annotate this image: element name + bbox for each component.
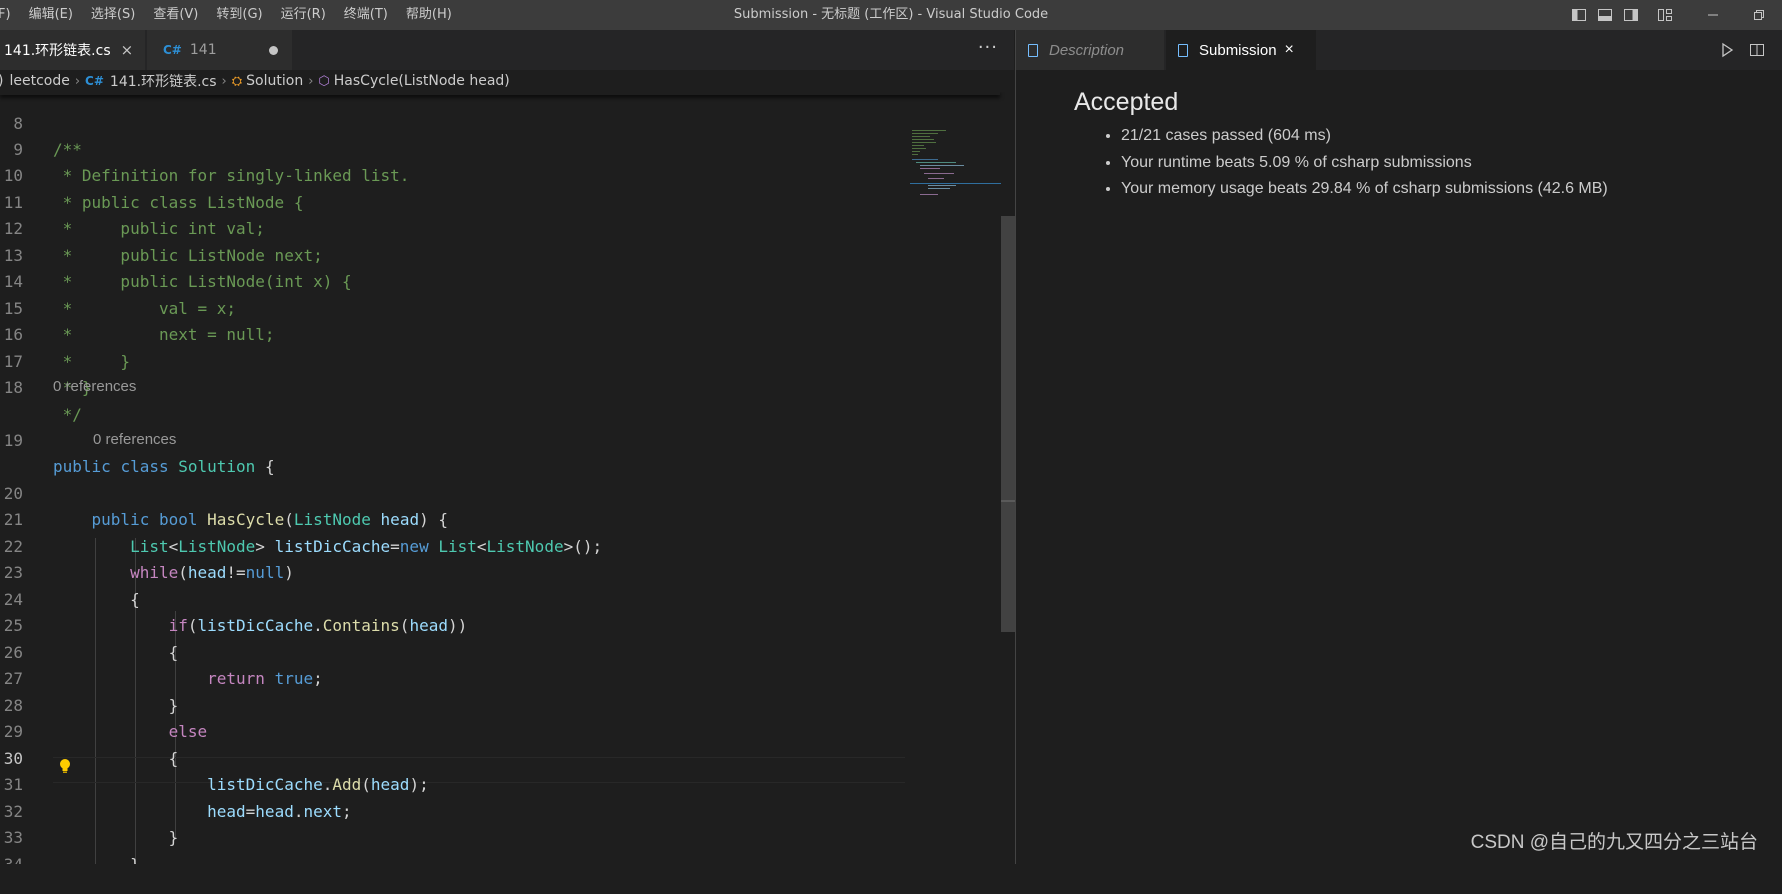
code-text: } [53,852,140,864]
tab-label: 141.环形链表.cs [4,43,111,59]
code-line: 19 public class Solution { [0,401,905,477]
line-number: 19 [3,430,23,450]
menu-bar: F) 编辑(E) 选择(S) 查看(V) 转到(G) 运行(R) 终端(T) 帮… [0,0,461,30]
code-line: 16 * } [0,296,905,371]
toggle-panel-icon[interactable] [1592,0,1618,30]
code-line: 11 * public int val; [0,163,905,239]
result-list: 21/21 cases passed (604 ms) Your runtime… [1074,123,1608,203]
code-line: 26 return true; [0,613,905,689]
csharp-icon: C# [163,43,182,57]
close-icon[interactable]: × [121,41,134,59]
tab-141[interactable]: C# 141 [147,30,292,70]
breadcrumb-chevron-icon: › [308,73,314,89]
code-line: 20 public bool HasCycle(ListNode head) { [0,454,905,530]
code-lens-references[interactable]: 0 references [53,374,136,400]
tab-label: Submission [1199,41,1277,59]
editor-scroll-shadow [0,92,1000,95]
breadcrumb-chevron-icon: › [221,73,227,89]
title-controls [1566,0,1782,30]
toggle-primary-sidebar-icon[interactable] [1566,0,1592,30]
menu-selection[interactable]: 选择(S) [82,0,144,30]
result-item-runtime: Your runtime beats 5.09 % of csharp subm… [1121,150,1608,177]
code-line: 32 } [0,772,905,848]
code-line: 33 } [0,799,905,864]
code-line: 25 { [0,587,905,662]
restore-icon[interactable] [1736,0,1782,30]
file-icon [1178,43,1188,57]
code-line: 27 } [0,640,905,715]
breadcrumb: ) leetcode › C# 141.环形链表.cs › ⛭ Solution… [0,70,1014,92]
editor-scrollbar-thumb[interactable] [1001,216,1015,632]
code-line: 18 */ [0,349,905,424]
code-line: 24 if(listDicCache.Contains(head)) [0,560,905,636]
breadcrumb-chevron-icon: ) [0,73,3,89]
close-icon[interactable]: × [1285,41,1294,59]
code-line: 31 head=head.next; [0,746,905,821]
code-line: 9 * Definition for singly-linked list. [0,110,905,186]
more-actions-icon[interactable]: ··· [978,30,998,70]
code-line: 15 * next = null; [0,269,905,345]
menu-help[interactable]: 帮助(H) [397,0,461,30]
right-editor-group: Description Submission × Accepted 21/21 … [1016,30,1782,864]
tab-141-linked-list-cycle[interactable]: 141.环形链表.cs × [0,30,145,70]
breadcrumb-file[interactable]: 141.环形链表.cs [110,71,217,91]
menu-go[interactable]: 转到(G) [207,0,271,30]
lightbulb-icon[interactable] [58,758,72,778]
watermark-text: CSDN @自己的九又四分之三站台 [1470,832,1758,853]
breadcrumb-class[interactable]: Solution [246,73,303,89]
line-number: 34 [0,852,23,864]
code-line: 17 * } [0,322,905,398]
menu-edit[interactable]: 编辑(E) [20,0,82,30]
code-line: 21 List<ListNode> listDicCache=new List<… [0,481,905,556]
code-line: 14 * val = x; [0,243,905,318]
menu-file[interactable]: F) [0,0,20,30]
code-line: 29 { [0,693,905,768]
result-item-memory: Your memory usage beats 29.84 % of cshar… [1121,176,1608,203]
class-icon: ⛭ [231,73,243,89]
minimap[interactable] [910,128,1002,208]
result-item-cases: 21/21 cases passed (604 ms) [1121,123,1608,150]
tab-submission[interactable]: Submission × [1166,30,1316,70]
run-icon[interactable] [1712,42,1742,58]
breadcrumb-chevron-icon: › [74,73,81,89]
csharp-icon: C# [85,74,104,88]
editor-scrollbar-cursor-marker [1001,500,1015,502]
code-line: 28 else [0,666,905,742]
line-number: 18 [3,378,23,398]
file-icon [1028,43,1038,57]
code-line: 10 * public class ListNode { [0,137,905,212]
code-line: 22 while(head!=null) [0,507,905,583]
code-line: 23 { [0,534,905,609]
split-editor-icon[interactable] [1742,42,1772,58]
method-icon: ⬡ [318,73,330,89]
code-line: 12 * public ListNode next; [0,190,905,265]
left-tab-bar: 141.环形链表.cs × C# 141 ··· [0,30,1014,70]
left-editor-group: 141.环形链表.cs × C# 141 ··· ) leetcode › C#… [0,30,1015,894]
title-bar: F) 编辑(E) 选择(S) 查看(V) 转到(G) 运行(R) 终端(T) 帮… [0,0,1782,30]
code-line: 13 * public ListNode(int x) { [0,216,905,292]
submission-result: Accepted 21/21 cases passed (604 ms) You… [1074,87,1608,203]
right-tab-bar: Description Submission × [1016,30,1782,70]
code-line-active: 30 listDicCache.Add(head); [0,719,905,795]
toggle-secondary-sidebar-icon[interactable] [1618,0,1644,30]
menu-run[interactable]: 运行(R) [272,0,335,30]
result-status-heading: Accepted [1074,88,1179,116]
breadcrumb-method[interactable]: HasCycle(ListNode head) [334,73,510,89]
customize-layout-icon[interactable] [1652,0,1678,30]
editor-actions [1712,30,1772,70]
menu-terminal[interactable]: 终端(T) [335,0,397,30]
tab-description[interactable]: Description [1016,30,1164,70]
unsaved-dot-icon[interactable] [269,45,278,55]
minimize-icon[interactable] [1690,0,1736,30]
code-editor[interactable]: 8 /** 9 * Definition for singly-linked l… [0,92,1014,864]
tab-label: 141 [189,42,217,58]
code-lens-references[interactable]: 0 references [93,427,176,453]
code-line: 34 return false; [0,825,905,864]
tab-label: Description [1049,41,1125,59]
menu-view[interactable]: 查看(V) [144,0,207,30]
breadcrumb-folder[interactable]: leetcode [9,73,69,89]
